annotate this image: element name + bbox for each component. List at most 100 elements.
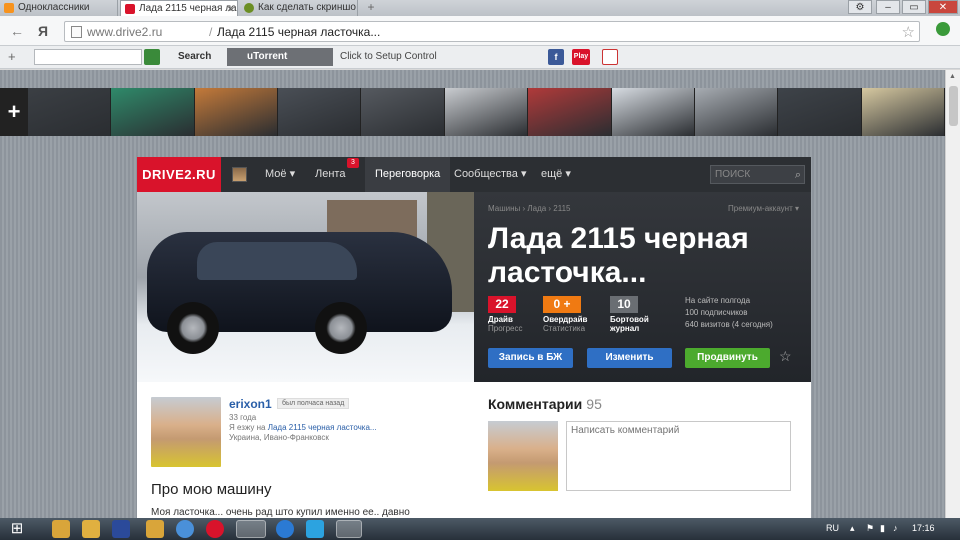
nav-lenta[interactable]: Лента	[315, 157, 345, 192]
volume-icon[interactable]: ♪	[893, 523, 898, 533]
new-tab-button[interactable]: +	[362, 1, 380, 15]
ie-icon[interactable]	[276, 520, 294, 538]
profile-location: Украина, Ивано-Франковск	[229, 433, 329, 442]
scrollbar[interactable]: ▲	[945, 70, 960, 518]
avatar[interactable]	[151, 397, 221, 467]
car-thumbnail[interactable]	[694, 88, 779, 136]
stat-logbook[interactable]: 10 Бортовой журнал	[610, 296, 670, 333]
yandex-button[interactable]: Я	[38, 23, 48, 39]
explorer-icon[interactable]	[52, 520, 70, 538]
lenta-badge: 3	[347, 158, 359, 168]
signal-icon[interactable]: ▮	[880, 523, 885, 534]
stat-overdrive[interactable]: 0 + Овердрайв Статистика	[543, 296, 587, 333]
search-icon[interactable]: ⌕	[795, 167, 801, 184]
nav-avatar[interactable]	[232, 167, 247, 182]
nav-moe[interactable]: Моё ▾	[265, 157, 295, 192]
facebook-icon[interactable]: f	[548, 49, 564, 65]
toolbar-search-input[interactable]	[34, 49, 142, 65]
nav-soobshchestva[interactable]: Сообщества ▾	[454, 157, 526, 192]
tab-title: Как сделать скриншо	[258, 2, 356, 13]
trash-icon[interactable]	[602, 49, 618, 65]
drive2-logo[interactable]: DRIVE2.RU	[137, 157, 221, 192]
log-entry-button[interactable]: Запись в БЖ	[488, 348, 573, 368]
bookmark-star-icon[interactable]: ☆	[902, 23, 915, 41]
url-field[interactable]: www.drive2.ru / Лада 2115 черная ласточк…	[64, 21, 920, 42]
drives-car-link[interactable]: Лада 2115 черная ласточка...	[268, 423, 377, 432]
car-photo[interactable]	[137, 192, 474, 382]
maximize-button[interactable]: ▭	[902, 0, 926, 14]
car-thumbnail[interactable]	[528, 88, 612, 136]
chrome-icon[interactable]	[176, 520, 194, 538]
media-player-icon[interactable]	[82, 520, 100, 538]
yandex-browser-icon[interactable]	[236, 520, 266, 538]
tab-screenshot[interactable]: Как сделать скриншо	[240, 0, 358, 16]
tab-drive2[interactable]: Лада 2115 черная ласт ✕	[120, 0, 238, 16]
minimize-button[interactable]: –	[876, 0, 900, 14]
breadcrumb[interactable]: Машины › Лада › 2115	[488, 204, 571, 213]
save-icon[interactable]	[112, 520, 130, 538]
add-toolbar-button[interactable]: +	[8, 49, 16, 64]
car-thumbnail[interactable]	[861, 88, 945, 136]
car-thumbnail[interactable]	[28, 88, 112, 136]
photo-wheel	[167, 302, 219, 354]
car-banner: +	[0, 88, 945, 136]
opera-icon[interactable]	[206, 520, 224, 538]
car-thumbnail[interactable]	[611, 88, 695, 136]
nav-peregovorka[interactable]: Переговорка	[365, 157, 451, 192]
back-button[interactable]: ←	[10, 23, 24, 39]
extension-icon[interactable]	[936, 22, 950, 36]
car-thumbnail[interactable]	[278, 88, 362, 136]
favorite-star-icon[interactable]: ☆	[779, 348, 792, 365]
setup-control-link[interactable]: Click to Setup Control	[340, 51, 437, 62]
profile-drives: Я езжу на Лада 2115 черная ласточка...	[229, 423, 377, 432]
car-title: Лада 2115 черная ласточка...	[488, 222, 749, 289]
language-indicator[interactable]: RU	[826, 523, 839, 533]
play-icon[interactable]: Play	[572, 49, 590, 65]
windows-start-icon[interactable]: ⊞	[6, 519, 28, 539]
comment-input[interactable]	[566, 421, 791, 491]
scroll-up-icon[interactable]: ▲	[949, 73, 956, 80]
photo-car-window	[197, 242, 357, 280]
about-text: Моя ласточка... очень рад што купил имен…	[151, 507, 410, 518]
search-label[interactable]: Search	[178, 51, 211, 62]
username-link[interactable]: erixon1	[229, 397, 272, 411]
comments-count: 95	[586, 396, 602, 412]
car-thumbnail[interactable]	[111, 88, 195, 136]
people-icon[interactable]	[146, 520, 164, 538]
car-thumbnail[interactable]	[194, 88, 279, 136]
scrollbar-thumb[interactable]	[949, 86, 958, 126]
promote-button[interactable]: Продвинуть	[685, 348, 770, 368]
window-icon[interactable]	[336, 520, 362, 538]
tab-title: Лада 2115 черная ласт	[139, 3, 238, 14]
site-search-input[interactable]: ПОИСК ⌕	[710, 165, 805, 184]
photo-wheel	[315, 302, 367, 354]
tray-arrow-icon[interactable]: ▴	[850, 523, 855, 534]
skype-icon[interactable]	[306, 520, 324, 538]
site-nav: DRIVE2.RU Моё ▾ Лента 3 Переговорка Сооб…	[137, 157, 811, 192]
stat-label: Овердрайв	[543, 315, 588, 324]
car-thumbnail[interactable]	[444, 88, 529, 136]
tab-odnoklassniki[interactable]: Одноклассники	[0, 0, 118, 16]
car-thumbnail[interactable]	[361, 88, 445, 136]
gear-icon[interactable]: ⚙	[848, 0, 872, 14]
search-engine-icon[interactable]	[144, 49, 160, 65]
premium-link[interactable]: Премиум-аккаунт ▾	[728, 204, 799, 213]
stat-number: 10	[610, 296, 638, 313]
edit-button[interactable]: Изменить	[587, 348, 672, 368]
stat-drive[interactable]: 22 Драйв Прогресс	[488, 296, 522, 333]
tab-title: Одноклассники	[18, 2, 90, 13]
clock[interactable]: 17:16	[912, 523, 935, 533]
taskbar: ⊞ RU ▴ ⚑ ▮ ♪ 17:16	[0, 518, 960, 540]
car-info-panel: Машины › Лада › 2115 Премиум-аккаунт ▾ Л…	[474, 192, 811, 382]
drive2-icon	[125, 4, 135, 14]
flag-icon[interactable]: ⚑	[866, 523, 874, 534]
car-thumbnail[interactable]	[778, 88, 862, 136]
utorrent-button[interactable]: uTorrent	[227, 48, 333, 66]
drives-prefix: Я езжу на	[229, 423, 266, 432]
nav-eshche[interactable]: ещё ▾	[541, 157, 571, 192]
stat-number: 0 +	[543, 296, 581, 313]
close-window-button[interactable]: ✕	[928, 0, 958, 14]
add-car-button[interactable]: +	[0, 88, 28, 136]
close-icon[interactable]: ✕	[226, 1, 234, 16]
odnoklassniki-icon	[4, 3, 14, 13]
